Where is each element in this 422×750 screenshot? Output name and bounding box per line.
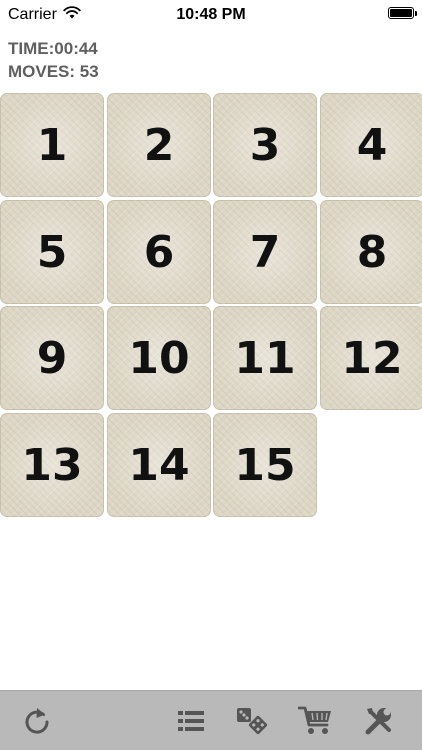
puzzle-tile[interactable]: 6 [107,200,211,304]
puzzle-tile[interactable]: 13 [0,413,104,517]
battery-fill [390,9,412,17]
puzzle-tile[interactable]: 15 [213,413,317,517]
settings-button[interactable] [360,702,398,740]
time-label: TIME: [8,39,55,58]
refresh-icon [22,705,52,737]
tools-icon [364,706,394,736]
puzzle-tile[interactable]: 2 [107,93,211,197]
puzzle-tile[interactable]: 9 [0,306,104,410]
puzzle-tile[interactable]: 4 [320,93,422,197]
moves-label: MOVES: [8,62,76,81]
moves-value: 53 [79,62,99,81]
bottom-toolbar [0,690,422,750]
puzzle-tile[interactable]: 3 [213,93,317,197]
puzzle-tile[interactable]: 5 [0,200,104,304]
cart-icon [298,705,334,737]
scores-list-button[interactable] [172,702,210,740]
battery-icon [388,7,417,19]
time-row: TIME:00:44 [8,37,99,60]
refresh-button[interactable] [18,702,56,740]
game-info: TIME:00:44 MOVES: 53 [8,37,99,83]
puzzle-tile[interactable]: 1 [0,93,104,197]
shuffle-button[interactable] [233,702,271,740]
dice-icon [235,706,269,736]
store-button[interactable] [297,702,335,740]
status-time: 10:48 PM [176,6,246,23]
list-icon [176,708,206,734]
puzzle-tile[interactable]: 11 [213,306,317,410]
puzzle-board: 1 2 3 4 5 6 7 8 9 10 11 12 13 14 15 [0,93,422,519]
status-bar: Carrier 10:48 PM [0,0,422,30]
moves-row: MOVES: 53 [8,60,99,83]
puzzle-tile[interactable]: 14 [107,413,211,517]
puzzle-tile[interactable]: 10 [107,306,211,410]
puzzle-tile[interactable]: 12 [320,306,422,410]
status-right [388,7,417,19]
time-value: 00:44 [54,39,98,58]
puzzle-tile[interactable]: 8 [320,200,422,304]
puzzle-tile[interactable]: 7 [213,200,317,304]
